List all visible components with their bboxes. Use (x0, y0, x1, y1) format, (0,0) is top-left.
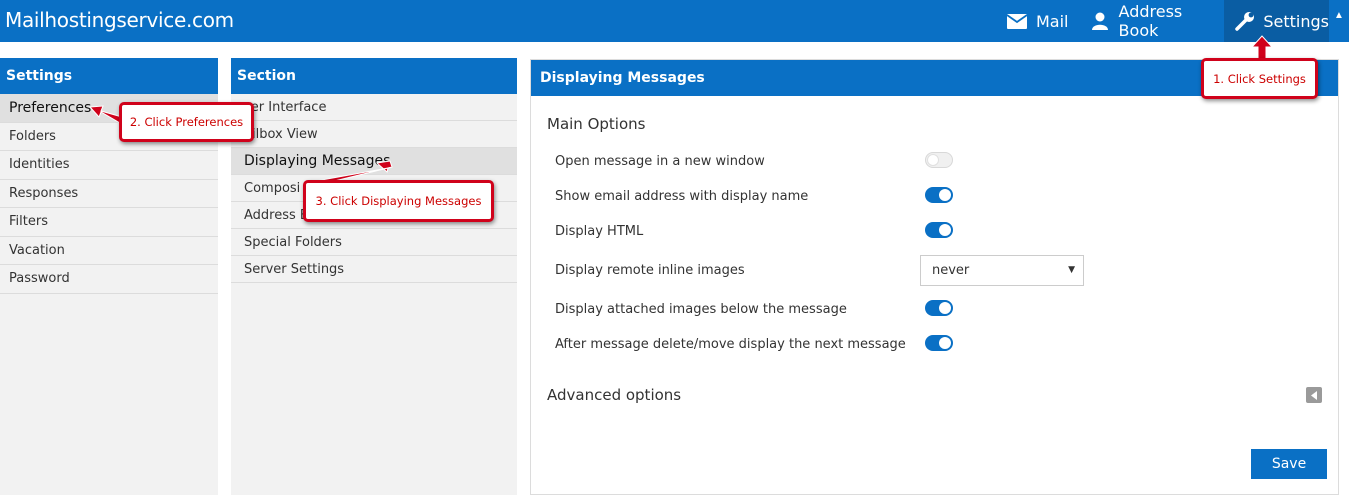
caret-up-icon[interactable]: ▲ (1329, 0, 1349, 42)
nav-settings-label: Settings (1263, 11, 1329, 31)
option-display-html: Display HTML (555, 216, 1115, 246)
option-label: Display HTML (555, 223, 644, 239)
envelope-icon (1006, 10, 1028, 32)
select-value: never (932, 263, 970, 278)
nav-settings[interactable]: Settings (1224, 0, 1329, 42)
section-item-mailbox-view[interactable]: ailbox View (231, 121, 517, 148)
top-bar: Mailhostingservice.com Mail Address Book… (0, 0, 1349, 42)
settings-panel-title: Settings (0, 58, 218, 94)
settings-item-identities[interactable]: Identities (0, 151, 218, 180)
section-item-special-folders[interactable]: Special Folders (231, 229, 517, 256)
toggle-open-new-window[interactable] (925, 152, 953, 168)
option-label: Open message in a new window (555, 153, 765, 169)
option-label: After message delete/move display the ne… (555, 336, 906, 352)
option-label: Display remote inline images (555, 262, 745, 278)
remote-images-select[interactable]: never ▼ (920, 255, 1084, 286)
nav-mail-label: Mail (1036, 11, 1069, 31)
user-icon (1090, 10, 1111, 32)
dropdown-arrow-icon: ▼ (1068, 265, 1075, 275)
toggle-show-email-address[interactable] (925, 187, 953, 203)
main-options-title: Main Options (547, 115, 646, 133)
advanced-options-title[interactable]: Advanced options (547, 386, 681, 404)
nav-address-book[interactable]: Address Book (1090, 0, 1220, 42)
option-label: Display attached images below the messag… (555, 301, 847, 317)
callout-step-2: 2. Click Preferences (119, 102, 254, 142)
option-attached-images-below: Display attached images below the messag… (555, 294, 1115, 324)
expand-toggle-icon[interactable] (1306, 387, 1322, 403)
section-item-displaying-messages[interactable]: Displaying Messages (231, 148, 517, 175)
option-show-email-address: Show email address with display name (555, 181, 1115, 211)
callout-step-1: 1. Click Settings (1201, 58, 1318, 99)
option-display-next-message: After message delete/move display the ne… (555, 329, 1115, 359)
section-panel-title: Section (231, 58, 517, 94)
settings-item-filters[interactable]: Filters (0, 208, 218, 237)
section-item-server-settings[interactable]: Server Settings (231, 256, 517, 283)
content-panel: Displaying Messages Main Options Open me… (530, 59, 1339, 495)
callout-step-3: 3. Click Displaying Messages (303, 180, 494, 222)
option-label: Show email address with display name (555, 188, 809, 204)
save-button[interactable]: Save (1251, 449, 1327, 479)
toggle-display-html[interactable] (925, 222, 953, 238)
nav-mail[interactable]: Mail (1006, 0, 1074, 42)
toggle-attached-images-below[interactable] (925, 300, 953, 316)
section-item-user-interface[interactable]: ser Interface (231, 94, 517, 121)
brand-logo: Mailhostingservice.com (5, 8, 234, 32)
option-open-new-window: Open message in a new window (555, 146, 1115, 176)
nav-address-book-label: Address Book (1118, 2, 1183, 40)
settings-item-password[interactable]: Password (0, 265, 218, 294)
settings-item-responses[interactable]: Responses (0, 180, 218, 208)
settings-item-vacation[interactable]: Vacation (0, 237, 218, 265)
wrench-icon (1234, 10, 1255, 32)
toggle-display-next-message[interactable] (925, 335, 953, 351)
section-panel: Section ser Interface ailbox View Displa… (231, 58, 517, 495)
